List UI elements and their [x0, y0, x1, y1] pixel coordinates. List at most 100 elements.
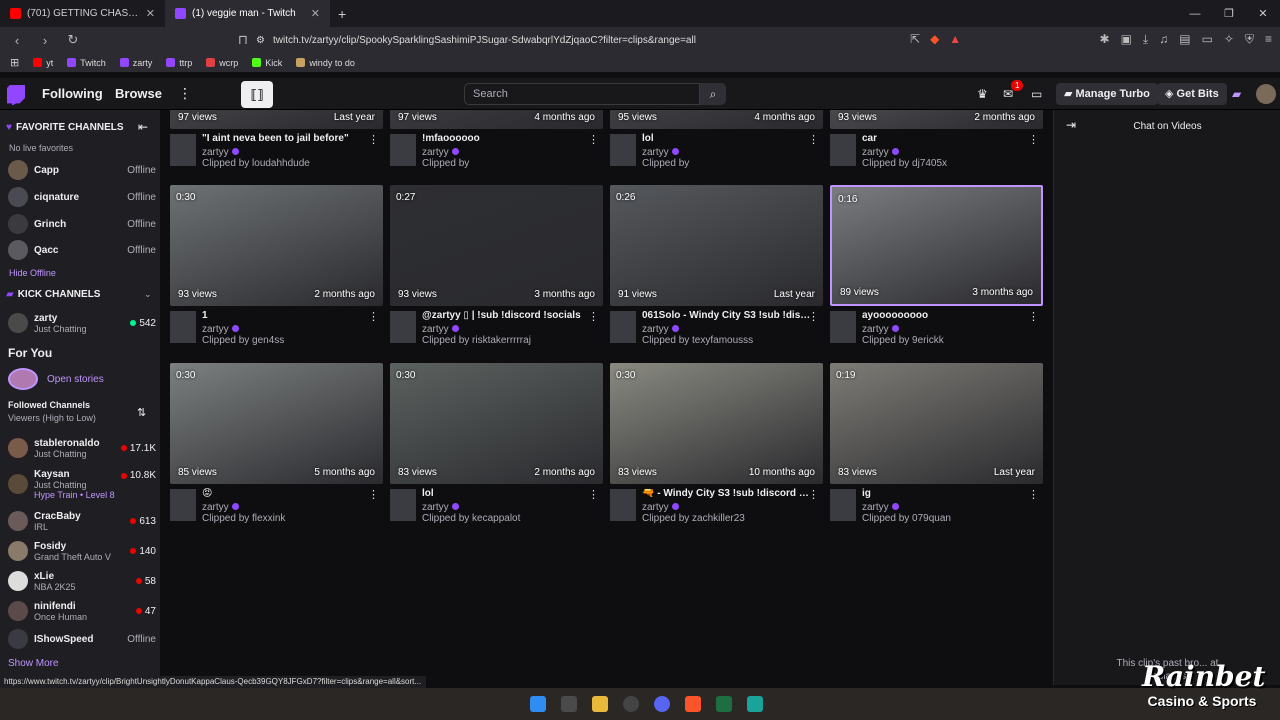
- bookmark-icon[interactable]: ⊓: [234, 32, 252, 48]
- clip-title[interactable]: car: [862, 133, 1032, 144]
- clip-title[interactable]: 1: [202, 310, 372, 321]
- bookmark-kick[interactable]: Kick: [252, 58, 282, 68]
- close-icon[interactable]: ✕: [146, 7, 155, 20]
- clip-title[interactable]: ig: [862, 488, 1032, 499]
- clip-thumbnail[interactable]: 95 views 4 months ago: [610, 110, 823, 129]
- clip-thumbnail[interactable]: 97 views 4 months ago: [390, 110, 603, 129]
- minimize-icon[interactable]: —: [1178, 8, 1212, 20]
- brave-rewards-icon[interactable]: ▲: [949, 32, 961, 46]
- sidebar-item-ishowspeed[interactable]: IShowSpeed Offline: [8, 627, 156, 651]
- clip-card[interactable]: 0:30 83 views 10 months ago 🔫 - Windy City …: [610, 363, 823, 528]
- extension-button[interactable]: ⟦⟧: [241, 81, 273, 108]
- user-avatar[interactable]: [1256, 84, 1276, 104]
- clip-thumbnail[interactable]: 0:26 91 views Last year: [610, 185, 823, 306]
- clip-channel[interactable]: zartyy: [202, 502, 229, 513]
- file-explorer-icon[interactable]: [592, 696, 608, 712]
- clip-card[interactable]: 93 views 2 months ago car zartyy Clipped by …: [830, 110, 1043, 173]
- stories-avatar[interactable]: [8, 368, 38, 390]
- clip-title[interactable]: ayooooooooo: [862, 310, 1032, 321]
- sidebar-item-xlie[interactable]: xLie NBA 2K25 58: [8, 569, 156, 593]
- bookmark-ttrp[interactable]: ttrp: [166, 58, 192, 68]
- new-tab-button[interactable]: +: [330, 6, 354, 22]
- game-boxart[interactable]: [830, 134, 856, 166]
- collapse-sidebar-icon[interactable]: ⇤: [138, 120, 148, 134]
- clip-channel[interactable]: zartyy: [862, 324, 889, 335]
- clip-card[interactable]: 0:16 89 views 3 months ago ayooooooooo zarty…: [830, 185, 1043, 350]
- clip-card[interactable]: 0:19 83 views Last year ig zartyy Clipped by …: [830, 363, 1043, 528]
- brave-icon[interactable]: [685, 696, 701, 712]
- clip-title[interactable]: lol: [422, 488, 592, 499]
- apps-icon[interactable]: ⊞: [10, 56, 19, 69]
- bookmark-windy[interactable]: windy to do: [296, 58, 355, 68]
- game-boxart[interactable]: [610, 134, 636, 166]
- search-icon[interactable]: ⌕: [700, 83, 726, 105]
- clip-card[interactable]: 0:30 83 views 2 months ago lol zartyy Clipped…: [390, 363, 603, 528]
- sidebar-item-fosidy[interactable]: Fosidy Grand Theft Auto V 140: [8, 539, 156, 563]
- wallet-icon[interactable]: ▭: [1202, 32, 1213, 47]
- open-stories-link[interactable]: Open stories: [47, 374, 104, 385]
- sidebar-item-ciqnature[interactable]: ciqnature Offline: [8, 185, 156, 209]
- hide-offline-link[interactable]: Hide Offline: [9, 268, 56, 278]
- clip-card[interactable]: 97 views Last year "I aint neva been to ja…: [170, 110, 383, 173]
- clip-channel[interactable]: zartyy: [422, 147, 449, 158]
- clip-channel[interactable]: zartyy: [202, 324, 229, 335]
- get-bits-button[interactable]: ◈ Get Bits: [1157, 83, 1227, 105]
- bookmark-wcrp[interactable]: wcrp: [206, 58, 238, 68]
- game-boxart[interactable]: [170, 134, 196, 166]
- clip-thumbnail[interactable]: 0:30 85 views 5 months ago: [170, 363, 383, 484]
- windows-start-icon[interactable]: [530, 696, 546, 712]
- clip-card[interactable]: 0:26 91 views Last year 061Solo - Windy Cit…: [610, 185, 823, 350]
- clip-channel[interactable]: zartyy: [422, 502, 449, 513]
- clip-card[interactable]: 0:30 93 views 2 months ago 1 zartyy Clipped b…: [170, 185, 383, 350]
- more-options-icon[interactable]: ⋮: [588, 488, 599, 501]
- nav-browse[interactable]: Browse: [115, 86, 162, 101]
- clip-card[interactable]: 0:27 93 views 3 months ago @zartyy ▯ | !sub…: [390, 185, 603, 350]
- brave-shield-icon[interactable]: ◆: [930, 32, 939, 46]
- clip-title[interactable]: 061Solo - Windy City S3 !sub !disc...: [642, 310, 812, 321]
- manage-turbo-button[interactable]: ▰ Manage Turbo: [1056, 83, 1158, 105]
- clip-card[interactable]: 97 views 4 months ago !mfaoooooo zartyy Clip…: [390, 110, 603, 173]
- menu-icon[interactable]: ≡: [1265, 32, 1272, 47]
- search-input[interactable]: Search: [464, 83, 700, 105]
- show-more-link[interactable]: Show More: [8, 658, 59, 669]
- more-options-icon[interactable]: ⋮: [808, 310, 819, 323]
- game-boxart[interactable]: [390, 134, 416, 166]
- clip-thumbnail[interactable]: 0:30 93 views 2 months ago: [170, 185, 383, 306]
- discord-icon[interactable]: [654, 696, 670, 712]
- clip-channel[interactable]: zartyy: [642, 147, 669, 158]
- clip-channel[interactable]: zartyy: [422, 324, 449, 335]
- sort-icon[interactable]: ⇅: [137, 406, 146, 419]
- leo-icon[interactable]: ✧: [1224, 32, 1234, 47]
- obs-icon[interactable]: [623, 696, 639, 712]
- badge-icon[interactable]: ▰: [1232, 87, 1241, 101]
- reload-icon[interactable]: ↻: [64, 32, 82, 48]
- clip-thumbnail[interactable]: 0:30 83 views 2 months ago: [390, 363, 603, 484]
- game-boxart[interactable]: [390, 311, 416, 343]
- more-options-icon[interactable]: ⋮: [178, 85, 192, 102]
- extensions-icon[interactable]: ✱: [1100, 32, 1110, 47]
- twitch-logo-icon[interactable]: [7, 85, 25, 105]
- search-icon[interactable]: [561, 696, 577, 712]
- nav-following[interactable]: Following: [42, 86, 103, 101]
- media-icon[interactable]: ♫: [1159, 32, 1168, 47]
- more-options-icon[interactable]: ⋮: [1028, 488, 1039, 501]
- more-options-icon[interactable]: ⋮: [1028, 310, 1039, 323]
- sidebar-item-capp[interactable]: Capp Offline: [8, 158, 156, 182]
- chevron-down-icon[interactable]: ⌄: [144, 289, 152, 300]
- clip-title[interactable]: "I aint neva been to jail before": [202, 133, 372, 144]
- sidebar-item-zarty[interactable]: zarty Just Chatting 542: [8, 311, 156, 335]
- more-options-icon[interactable]: ⋮: [368, 488, 379, 501]
- prime-crown-icon[interactable]: ♛: [977, 87, 988, 101]
- more-options-icon[interactable]: ⋮: [368, 310, 379, 323]
- more-options-icon[interactable]: ⋮: [808, 488, 819, 501]
- close-window-icon[interactable]: ✕: [1246, 7, 1280, 20]
- clip-thumbnail[interactable]: 0:16 89 views 3 months ago: [830, 185, 1043, 306]
- sidebar-icon[interactable]: ▤: [1179, 32, 1190, 47]
- sidebar-item-grinch[interactable]: Grinch Offline: [8, 212, 156, 236]
- clip-channel[interactable]: zartyy: [642, 324, 669, 335]
- back-icon[interactable]: ‹: [8, 33, 26, 48]
- game-boxart[interactable]: [170, 489, 196, 521]
- clip-thumbnail[interactable]: 97 views Last year: [170, 110, 383, 129]
- vpn-icon[interactable]: ⛨: [1245, 32, 1254, 47]
- address-bar[interactable]: ⚙ twitch.tv/zartyy/clip/SpookySparklingS…: [256, 30, 976, 50]
